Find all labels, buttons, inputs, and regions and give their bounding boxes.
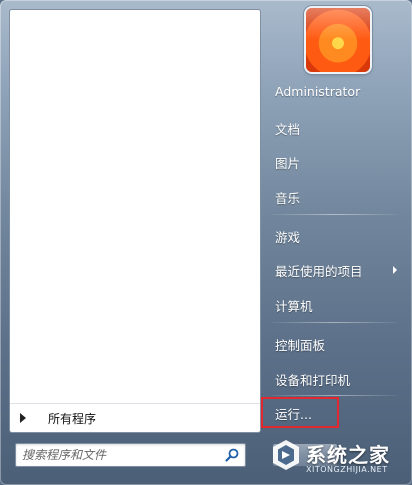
watermark-subtitle: XITONGZHIJIA.NET xyxy=(306,465,388,474)
search-box[interactable] xyxy=(15,443,246,467)
menu-item-games[interactable]: 游戏 xyxy=(275,227,300,246)
menu-item-documents[interactable]: 文档 xyxy=(275,119,300,138)
all-programs-item[interactable]: 所有程序 xyxy=(10,403,260,432)
programs-panel: 所有程序 xyxy=(9,9,261,433)
search-input[interactable] xyxy=(22,444,222,466)
watermark: 系统之家 XITONGZHIJIA.NET xyxy=(268,433,408,481)
user-name-link[interactable]: Administrator xyxy=(275,84,360,99)
watermark-title: 系统之家 xyxy=(306,443,390,467)
menu-item-devices-printers[interactable]: 设备和打印机 xyxy=(275,370,350,389)
menu-item-recent-items[interactable]: 最近使用的项目 xyxy=(275,261,363,280)
menu-item-computer[interactable]: 计算机 xyxy=(275,296,313,315)
menu-separator xyxy=(272,395,397,396)
user-avatar[interactable] xyxy=(306,8,370,72)
triangle-right-icon xyxy=(20,413,26,423)
menu-separator xyxy=(272,322,397,323)
submenu-arrow-icon xyxy=(393,266,397,274)
watermark-logo xyxy=(273,440,299,470)
start-menu: 所有程序 Administrator 文档 图片 音乐 游戏 最近使用的项目 计… xyxy=(0,0,412,485)
menu-separator xyxy=(272,214,397,215)
all-programs-label: 所有程序 xyxy=(48,412,97,426)
menu-item-pictures[interactable]: 图片 xyxy=(275,153,300,172)
run-highlight-box xyxy=(261,397,339,428)
menu-item-music[interactable]: 音乐 xyxy=(275,188,300,207)
menu-item-control-panel[interactable]: 控制面板 xyxy=(275,335,325,354)
search-icon[interactable] xyxy=(224,447,240,463)
